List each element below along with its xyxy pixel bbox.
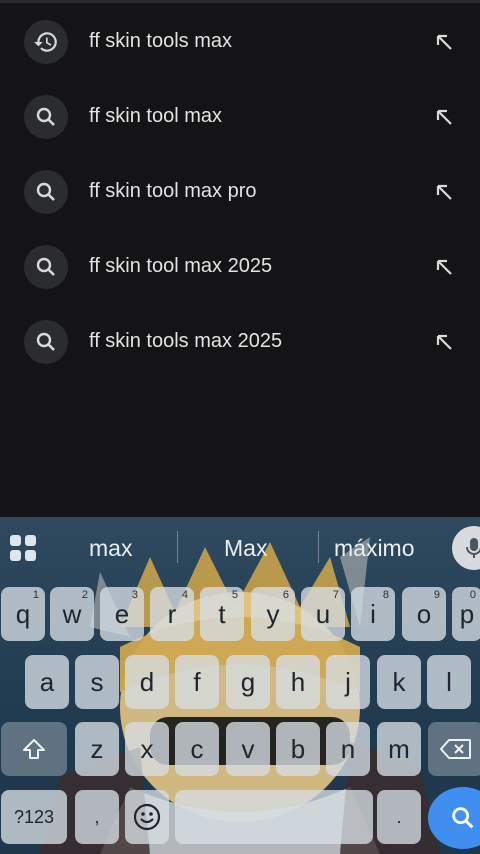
fill-query-arrow-icon[interactable] (424, 97, 464, 137)
key-q[interactable]: q1 (1, 587, 45, 641)
key-u[interactable]: u7 (301, 587, 345, 641)
key-j[interactable]: j (326, 655, 370, 709)
key-e[interactable]: e3 (100, 587, 144, 641)
apps-grid-icon[interactable] (6, 531, 40, 565)
key-w[interactable]: w2 (50, 587, 94, 641)
key-b[interactable]: b (276, 722, 320, 776)
key-i[interactable]: i8 (351, 587, 395, 641)
suggestion-item[interactable]: ff skin tool max (0, 79, 480, 154)
key-g[interactable]: g (226, 655, 270, 709)
key-h[interactable]: h (276, 655, 320, 709)
word-suggestion[interactable]: máximo (334, 535, 415, 562)
space-bar[interactable] (175, 790, 373, 844)
divider (318, 531, 319, 563)
key-v[interactable]: v (226, 722, 270, 776)
key-n[interactable]: n (326, 722, 370, 776)
search-icon (24, 244, 68, 289)
suggestion-text: ff skin tool max 2025 (89, 255, 273, 277)
key-o[interactable]: o9 (402, 587, 446, 641)
comma-key[interactable]: , (75, 790, 119, 844)
suggestion-item[interactable]: ff skin tools max 2025 (0, 304, 480, 379)
suggestion-item[interactable]: ff skin tools max (0, 4, 480, 79)
shift-key[interactable] (1, 722, 67, 776)
top-divider (0, 0, 480, 3)
key-f[interactable]: f (175, 655, 219, 709)
backspace-icon (440, 739, 471, 759)
history-icon (24, 19, 68, 64)
key-p[interactable]: p0 (452, 587, 480, 641)
fill-query-arrow-icon[interactable] (424, 22, 464, 62)
suggestion-strip: max Max máximo (0, 517, 480, 577)
key-y[interactable]: y6 (251, 587, 295, 641)
search-icon (24, 94, 68, 139)
key-d[interactable]: d (125, 655, 169, 709)
suggestion-item[interactable]: ff skin tool max pro (0, 154, 480, 229)
microphone-icon[interactable] (452, 526, 480, 570)
suggestion-text: ff skin tools max 2025 (89, 330, 283, 352)
shift-icon (23, 739, 45, 759)
soft-keyboard: max Max máximo q1 w2 e3 r4 t5 y6 u7 i8 o… (0, 517, 480, 854)
suggestion-item[interactable]: ff skin tool max 2025 (0, 229, 480, 304)
symbols-key[interactable]: ?123 (1, 790, 67, 844)
key-l[interactable]: l (427, 655, 471, 709)
search-icon (24, 319, 68, 364)
fill-query-arrow-icon[interactable] (424, 172, 464, 212)
suggestion-text: ff skin tools max (89, 30, 233, 52)
key-x[interactable]: x (125, 722, 169, 776)
key-z[interactable]: z (75, 722, 119, 776)
key-c[interactable]: c (175, 722, 219, 776)
suggestion-text: ff skin tool max pro (89, 180, 257, 202)
suggestion-text: ff skin tool max (89, 105, 223, 127)
key-t[interactable]: t5 (200, 587, 244, 641)
key-s[interactable]: s (75, 655, 119, 709)
key-k[interactable]: k (377, 655, 421, 709)
divider (177, 531, 178, 563)
period-key[interactable]: . (377, 790, 421, 844)
emoji-key[interactable] (125, 790, 169, 844)
emoji-icon (133, 803, 161, 831)
word-suggestion[interactable]: max (89, 535, 132, 562)
key-a[interactable]: a (25, 655, 69, 709)
search-suggestions-list: ff skin tools max ff skin tool max ff sk… (0, 4, 480, 379)
fill-query-arrow-icon[interactable] (424, 247, 464, 287)
fill-query-arrow-icon[interactable] (424, 322, 464, 362)
search-icon (452, 807, 474, 829)
word-suggestion[interactable]: Max (224, 535, 267, 562)
backspace-key[interactable] (428, 722, 480, 776)
search-icon (24, 169, 68, 214)
key-r[interactable]: r4 (150, 587, 194, 641)
key-m[interactable]: m (377, 722, 421, 776)
